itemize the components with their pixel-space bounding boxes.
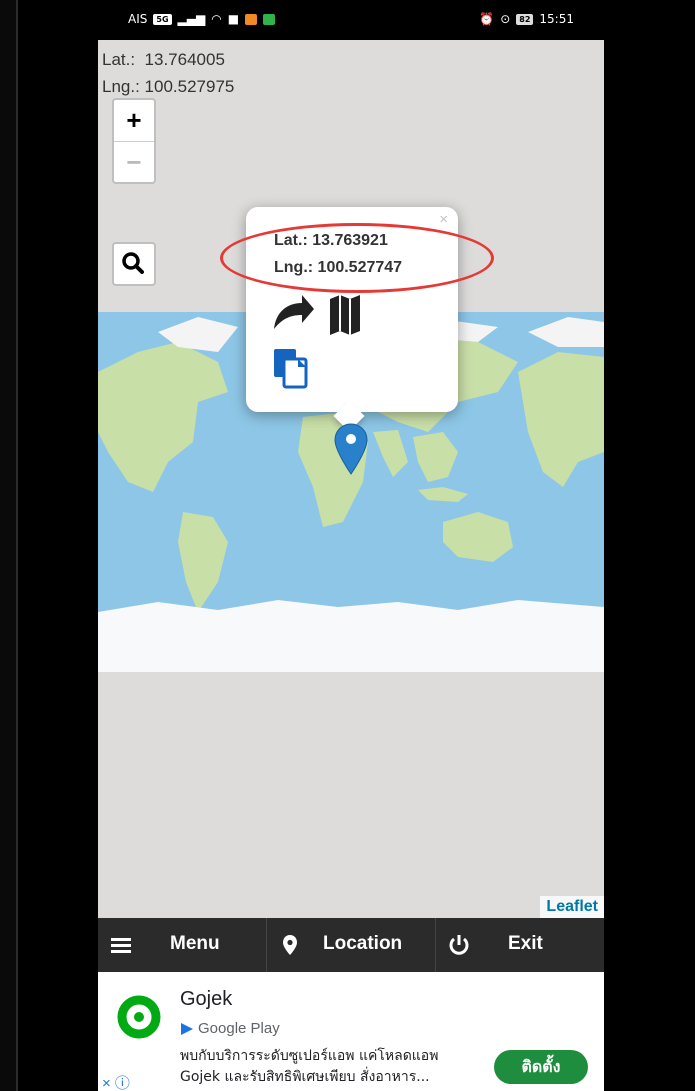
gojek-logo-icon [117,995,161,1039]
ad-close-info-icon[interactable]: × ⓘ [102,1072,130,1091]
exit-label: Exit [508,933,543,954]
popup-lng: Lng.: 100.527747 [274,259,403,276]
exit-button[interactable]: Exit [436,918,604,972]
video-icon: ■ [227,12,240,26]
map-pin-icon [283,935,297,955]
location-status-icon: ⊙ [500,12,511,26]
current-lng-value: 100.527975 [144,77,235,96]
leaflet-attribution-link[interactable]: Leaflet [540,896,604,918]
menu-button[interactable]: Menu [98,918,266,972]
location-label: Location [323,933,403,954]
google-play-icon [181,1022,193,1035]
ad-description: พบกับบริการระดับซูเปอร์แอพ แค่โหลดแอพ Go… [180,1046,500,1088]
search-icon [122,252,144,274]
phone-screen: AIS 5G ▂▄▆ ◠ ■ ⏰ ⊙ 82 15:51 Lat.: 13.764… [98,0,604,1091]
ad-install-button[interactable]: ติดตั้ง [494,1050,588,1084]
menu-label: Menu [170,933,220,954]
popup-action-icons [274,295,360,389]
popup-close-button[interactable]: × [439,211,448,228]
signal-icon: ▂▄▆ [177,12,206,26]
current-lat-label: Lat.: [102,50,136,69]
current-lng: Lng.: 100.527975 [102,73,234,100]
map-view[interactable]: Lat.: 13.764005 Lng.: 100.527975 + − × L… [98,40,604,918]
status-left: AIS 5G ▂▄▆ ◠ ■ [128,12,276,26]
carrier-label: AIS [128,12,148,26]
copy-icon[interactable] [274,349,308,389]
ad-store: Google Play [180,1020,280,1037]
current-lng-label: Lng.: [102,77,140,96]
power-icon [449,935,469,955]
ad-desc-line-1: พบกับบริการระดับซูเปอร์แอพ แค่โหลดแอพ [180,1048,439,1064]
ad-desc-line-2: Gojek และรับสิทธิพิเศษเพียบ สั่งอาหาร... [180,1069,430,1085]
ad-store-label: Google Play [198,1020,280,1037]
popup-coordinates: Lat.: 13.763921 Lng.: 100.527747 [274,227,402,281]
marker-popup: × Lat.: 13.763921 Lng.: 100.527747 [246,207,458,432]
ad-title: Gojek [180,988,233,1010]
ad-banner[interactable]: Gojek Google Play พบกับบริการระดับซูเปอร… [98,972,604,1091]
map-icon[interactable] [330,295,360,335]
zoom-out-button[interactable]: − [114,141,154,183]
network-badge: 5G [153,13,172,25]
wifi-icon: ◠ [211,12,222,26]
hamburger-icon [111,938,131,953]
zoom-control: + − [112,98,156,184]
current-lat: Lat.: 13.764005 [102,46,234,73]
location-marker-icon[interactable] [334,423,368,475]
status-bar: AIS 5G ▂▄▆ ◠ ■ ⏰ ⊙ 82 15:51 [98,0,604,40]
share-icon[interactable] [274,295,314,329]
app-notification-icon [245,13,258,25]
line-notification-icon [263,13,276,25]
location-button[interactable]: Location [267,918,435,972]
clock: 15:51 [539,12,574,26]
popup-lat: Lat.: 13.763921 [274,232,388,249]
status-right: ⏰ ⊙ 82 15:51 [479,12,574,26]
bottom-nav: Menu Location Exit [98,918,604,972]
zoom-in-button[interactable]: + [114,100,154,141]
popup-actions [272,293,382,398]
search-button[interactable] [112,242,156,286]
current-lat-value: 13.764005 [144,50,225,69]
window-edge [0,0,18,1091]
current-coordinates: Lat.: 13.764005 Lng.: 100.527975 [102,46,234,100]
battery-indicator: 82 [516,13,534,25]
alarm-icon: ⏰ [479,12,495,26]
screen-frame: AIS 5G ▂▄▆ ◠ ■ ⏰ ⊙ 82 15:51 Lat.: 13.764… [0,0,695,1091]
